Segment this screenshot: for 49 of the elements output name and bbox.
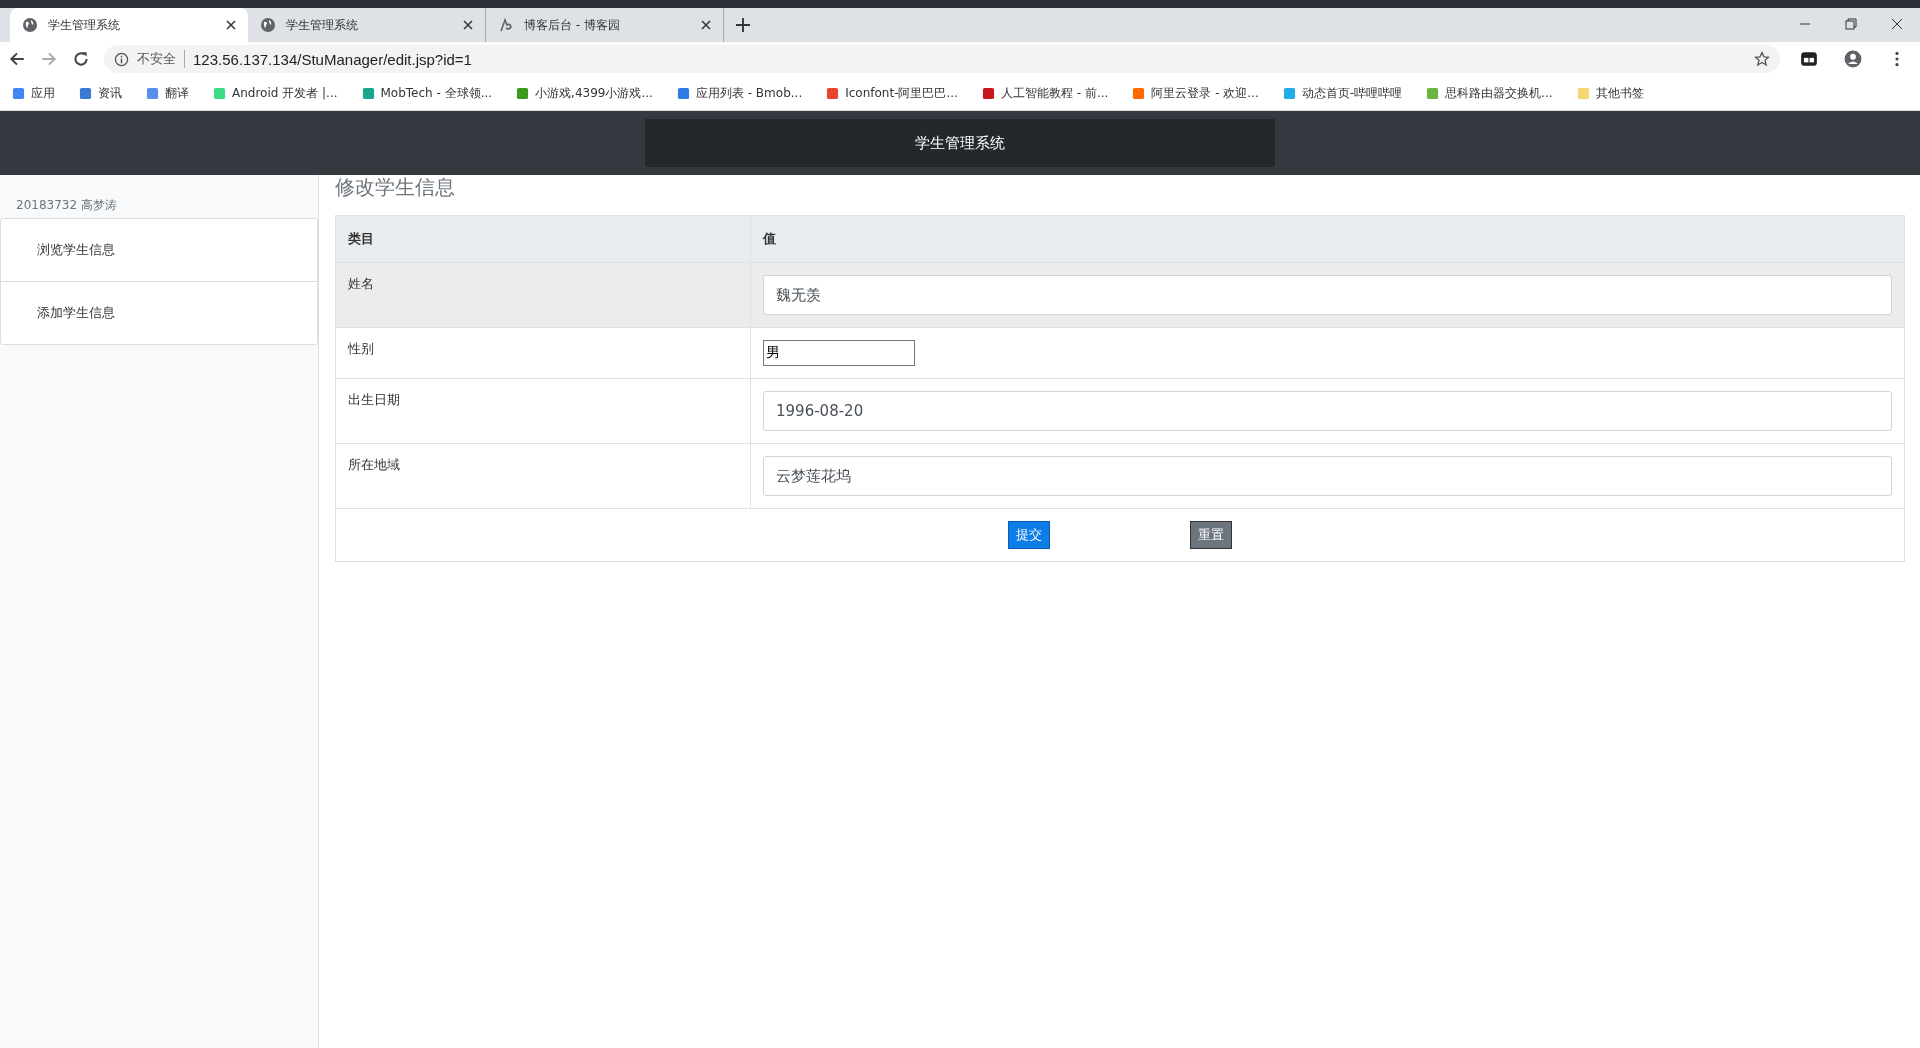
address-field[interactable]: 不安全 123.56.137.134/StuManager/edit.jsp?id=1 — [104, 45, 1780, 73]
submit-button[interactable]: 提交 — [1008, 521, 1050, 549]
extension-icon[interactable] — [1800, 50, 1818, 68]
column-header: 值 — [761, 230, 777, 248]
input-field[interactable]: 1996-08-20 — [763, 391, 1892, 431]
close-icon[interactable] — [463, 20, 473, 30]
field-label: 姓名 — [348, 276, 374, 291]
bookmark[interactable]: 应用列表 - Bmob... — [676, 84, 803, 102]
user-label: 20183732 高梦涛 — [15, 197, 118, 214]
bookmark[interactable]: 翻译 — [146, 84, 189, 102]
reload-icon[interactable] — [72, 50, 90, 68]
input-field[interactable]: 男 — [763, 340, 915, 366]
url-text: 123.56.137.134/StuManager/edit.jsp?id=1 — [193, 50, 472, 68]
new-tab-icon[interactable] — [736, 18, 750, 32]
bookmark[interactable]: 思科路由器交换机... — [1426, 84, 1553, 102]
restore-icon[interactable] — [1845, 18, 1857, 30]
close-icon[interactable] — [1891, 18, 1903, 30]
globe-icon — [22, 17, 38, 33]
close-icon[interactable] — [701, 20, 711, 30]
bookmark[interactable]: Iconfont-阿里巴巴... — [826, 84, 958, 102]
bookmark[interactable]: 动态首页-哔哩哔哩 — [1282, 84, 1403, 102]
bookmark[interactable]: 资讯 — [79, 84, 122, 102]
app-title: 学生管理系统 — [645, 119, 1275, 167]
bookmark[interactable]: 应用 — [12, 84, 55, 102]
bookmark[interactable]: 小游戏,4399小游戏... — [516, 84, 653, 102]
back-icon[interactable] — [8, 50, 26, 68]
browser-tab[interactable]: 学生管理系统 — [10, 8, 248, 42]
input-field[interactable]: 云梦莲花坞 — [763, 456, 1892, 496]
globe-icon — [260, 17, 276, 33]
bookmark[interactable]: 其他书签 — [1576, 84, 1644, 102]
script-icon — [498, 17, 514, 33]
bookmark[interactable]: MobTech - 全球领... — [361, 84, 493, 102]
bookmark[interactable]: 人工智能教程 - 前... — [981, 84, 1109, 102]
field-label: 性别 — [348, 341, 374, 356]
input-field[interactable]: 魏无羡 — [763, 275, 1892, 315]
sidebar-item[interactable]: 浏览学生信息 — [1, 219, 317, 282]
bookmark[interactable]: Android 开发者 |... — [213, 84, 338, 102]
page-title: 修改学生信息 — [335, 175, 456, 201]
security-label: 不安全 — [137, 50, 185, 68]
field-label: 所在地域 — [348, 457, 400, 472]
close-icon[interactable] — [226, 20, 236, 30]
sidebar-item[interactable]: 添加学生信息 — [1, 282, 317, 344]
bookmark[interactable]: 阿里云登录 - 欢迎... — [1132, 84, 1259, 102]
info-icon — [114, 51, 129, 67]
column-header: 类目 — [336, 216, 751, 262]
star-icon[interactable] — [1754, 51, 1770, 67]
reset-button[interactable]: 重置 — [1190, 521, 1232, 549]
field-label: 出生日期 — [348, 392, 400, 407]
profile-icon[interactable] — [1844, 50, 1862, 68]
